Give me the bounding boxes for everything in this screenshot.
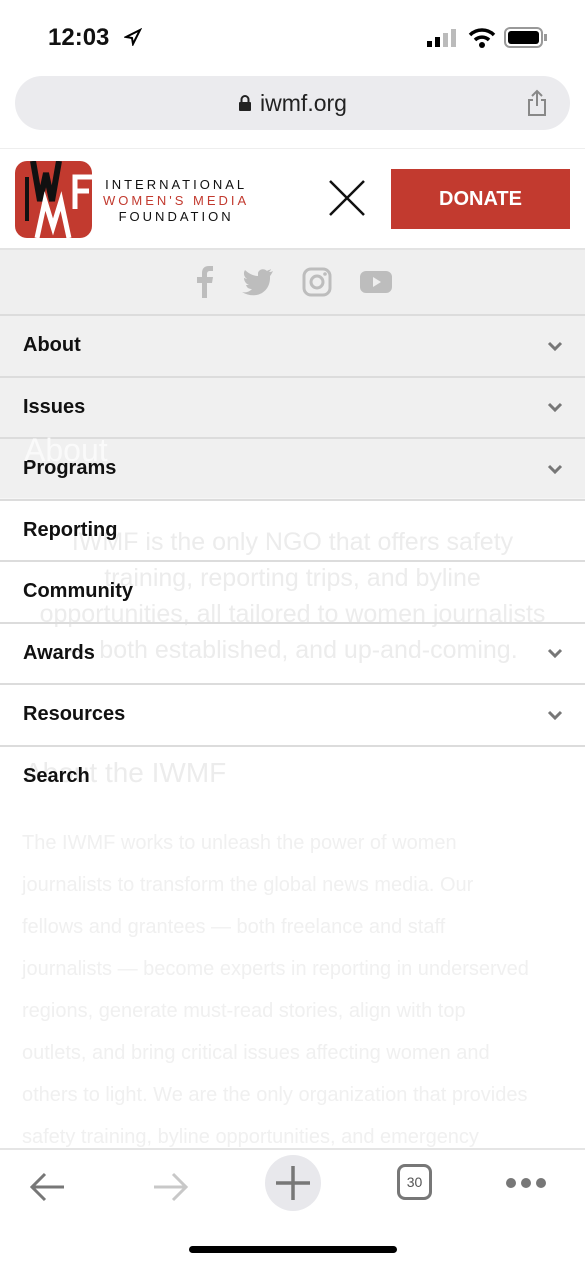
body-line: journalists to transform the global news…: [22, 874, 474, 896]
body-text: The IWMF works to unleash the power of w…: [22, 822, 529, 1158]
nav-menu: About Issues Programs Reporting Communit…: [0, 314, 585, 806]
home-indicator[interactable]: [189, 1246, 397, 1253]
plus-icon: [276, 1166, 310, 1200]
new-tab-button[interactable]: [265, 1155, 321, 1211]
body-line: fellows and grantees — both freelance an…: [22, 916, 446, 938]
body-line: others to light. We are the only organiz…: [22, 1084, 528, 1106]
menu-item-label: Issues: [23, 395, 86, 418]
menu-item-awards[interactable]: Awards: [0, 621, 585, 684]
menu-item-reporting[interactable]: Reporting: [0, 498, 585, 561]
logo-wordmark: INTERNATIONAL WOMEN'S MEDIA FOUNDATION: [103, 177, 249, 225]
location-arrow-icon: [124, 28, 142, 46]
chevron-down-icon[interactable]: [547, 710, 563, 720]
chevron-down-icon[interactable]: [547, 341, 563, 351]
menu-item-search[interactable]: Search: [0, 744, 585, 807]
menu-item-label: Search: [23, 764, 90, 787]
menu-item-issues[interactable]: Issues: [0, 375, 585, 437]
logo-line: WOMEN'S MEDIA: [103, 193, 250, 208]
share-icon[interactable]: [526, 89, 548, 117]
body-line: journalists — become experts in reportin…: [22, 958, 529, 980]
body-line: outlets, and bring critical issues affec…: [22, 1042, 490, 1064]
menu-item-label: About: [23, 334, 81, 357]
hero-title: About: [24, 432, 108, 468]
body-line: regions, generate must-read stories, ali…: [22, 1000, 466, 1022]
clock: 12:03: [48, 24, 110, 51]
forward-arrow-icon[interactable]: [150, 1170, 190, 1204]
instagram-icon[interactable]: [302, 267, 332, 297]
status-bar: 12:03: [0, 0, 585, 70]
logo-line: FOUNDATION: [118, 209, 234, 224]
menu-item-label: Awards: [23, 641, 95, 664]
site-header: INTERNATIONAL WOMEN'S MEDIA FOUNDATION D…: [0, 148, 585, 250]
chevron-down-icon[interactable]: [547, 464, 563, 474]
back-arrow-icon[interactable]: [28, 1170, 68, 1204]
menu-item-community[interactable]: Community: [0, 560, 585, 622]
donate-button[interactable]: DONATE: [391, 169, 570, 229]
body-line: safety training, byline opportunities, a…: [22, 1126, 479, 1148]
more-menu-icon[interactable]: [505, 1176, 549, 1190]
facebook-icon[interactable]: [194, 266, 214, 298]
tab-switcher-button[interactable]: 30: [397, 1164, 432, 1200]
menu-item-label: Resources: [23, 703, 126, 726]
menu-item-label: Reporting: [23, 518, 118, 541]
wifi-icon: [468, 28, 496, 48]
logo-mark: [25, 161, 92, 238]
menu-item-label: Community: [23, 580, 133, 603]
close-menu-icon[interactable]: [328, 179, 366, 217]
menu-item-about[interactable]: About: [0, 314, 585, 376]
social-links: [0, 250, 585, 314]
menu-item-resources[interactable]: Resources: [0, 683, 585, 745]
battery-icon: [504, 27, 547, 48]
lock-icon: [239, 95, 252, 111]
chevron-down-icon[interactable]: [547, 648, 563, 659]
browser-toolbar: 30: [0, 1148, 585, 1230]
twitter-icon[interactable]: [241, 268, 274, 296]
url-text: iwmf.org: [260, 89, 347, 116]
iwmf-logo[interactable]: [15, 161, 92, 238]
signal-icon: [427, 29, 456, 47]
body-line: The IWMF works to unleash the power of w…: [22, 832, 457, 854]
chevron-down-icon[interactable]: [547, 402, 563, 413]
address-bar[interactable]: iwmf.org: [15, 76, 570, 130]
logo-line: INTERNATIONAL: [105, 177, 248, 192]
youtube-icon[interactable]: [359, 270, 392, 294]
